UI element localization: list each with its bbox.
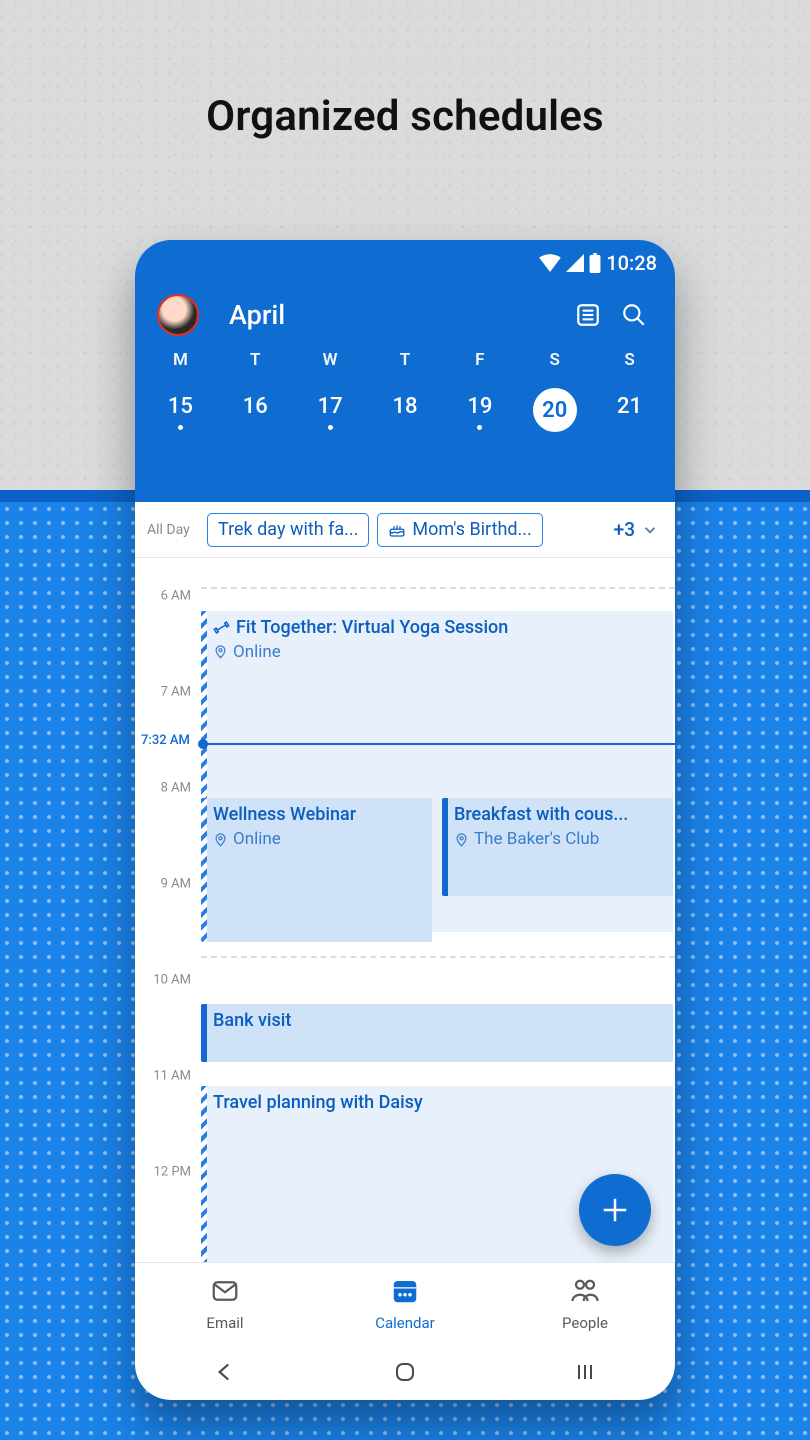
- wifi-icon: [539, 254, 561, 272]
- hour-label: 7 AM: [161, 685, 191, 700]
- calendar-header: 10:28 April MTWTFSS 15161718192021: [135, 240, 675, 502]
- status-bar: 10:28: [135, 246, 675, 280]
- mail-icon: [210, 1276, 240, 1310]
- cake-icon: [388, 521, 406, 539]
- people-icon: [569, 1276, 601, 1310]
- chevron-down-icon: [641, 521, 659, 539]
- timeline[interactable]: 6 AM7 AM8 AM9 AM10 AM11 AM12 PM Fit Toge…: [135, 558, 675, 1278]
- weekday-label: T: [368, 350, 443, 370]
- nav-people[interactable]: People: [495, 1263, 675, 1344]
- calendar-event[interactable]: Wellness WebinarOnline: [201, 798, 432, 942]
- weekday-label: F: [442, 350, 517, 370]
- calendar-event[interactable]: Bank visit: [201, 1004, 673, 1062]
- date-cell[interactable]: 21: [592, 390, 667, 450]
- agenda-view-icon[interactable]: [565, 292, 611, 338]
- phone-frame: 10:28 April MTWTFSS 15161718192021 All D…: [135, 240, 675, 1400]
- android-nav-bar: [135, 1344, 675, 1400]
- calendar-event[interactable]: Breakfast with cous...The Baker's Club: [442, 798, 673, 896]
- date-cell[interactable]: 15: [143, 390, 218, 450]
- date-cell[interactable]: 18: [368, 390, 443, 450]
- all-day-more[interactable]: +3: [614, 518, 663, 541]
- all-day-chip[interactable]: Mom's Birthd...: [377, 513, 542, 547]
- location-icon: [213, 832, 228, 847]
- hour-label: 8 AM: [161, 781, 191, 796]
- hour-label: 9 AM: [161, 877, 191, 892]
- date-cell[interactable]: 17: [293, 390, 368, 450]
- new-event-fab[interactable]: [579, 1174, 651, 1246]
- search-icon[interactable]: [611, 292, 657, 338]
- bottom-nav: EmailCalendarPeople: [135, 1262, 675, 1344]
- hour-label: 11 AM: [153, 1069, 191, 1084]
- date-cell[interactable]: 19: [442, 390, 517, 450]
- avatar[interactable]: [157, 294, 199, 336]
- all-day-row: All Day Trek day with fa...Mom's Birthd.…: [135, 502, 675, 558]
- all-day-chip[interactable]: Trek day with fa...: [207, 513, 369, 547]
- weekday-label: T: [218, 350, 293, 370]
- hour-label: 10 AM: [153, 973, 191, 988]
- hour-label: 6 AM: [161, 589, 191, 604]
- home-button[interactable]: [365, 1360, 445, 1384]
- hour-label: 12 PM: [154, 1165, 191, 1180]
- date-cell[interactable]: 16: [218, 390, 293, 450]
- weekday-label: W: [293, 350, 368, 370]
- weekday-label: S: [592, 350, 667, 370]
- battery-icon: [589, 253, 601, 273]
- cal-icon: [390, 1276, 420, 1310]
- dumbbell-icon: [213, 619, 230, 636]
- nav-email[interactable]: Email: [135, 1263, 315, 1344]
- status-time: 10:28: [606, 251, 657, 275]
- recents-button[interactable]: [545, 1360, 625, 1384]
- weekday-label: M: [143, 350, 218, 370]
- all-day-label: All Day: [147, 522, 197, 538]
- location-icon: [213, 644, 228, 659]
- location-icon: [454, 832, 469, 847]
- timeline-divider: [201, 587, 675, 589]
- weekday-label: S: [517, 350, 592, 370]
- back-button[interactable]: [185, 1359, 265, 1385]
- month-label[interactable]: April: [229, 299, 565, 331]
- nav-calendar[interactable]: Calendar: [315, 1263, 495, 1344]
- date-cell[interactable]: 20: [517, 390, 592, 450]
- cell-signal-icon: [566, 254, 584, 272]
- timeline-divider: [201, 956, 675, 958]
- promo-title: Organized schedules: [0, 92, 810, 141]
